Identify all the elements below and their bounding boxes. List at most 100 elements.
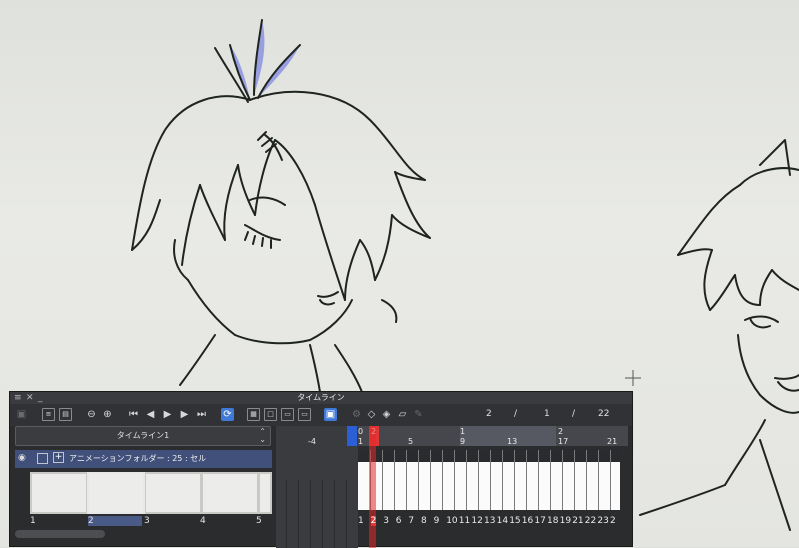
frame-divider [550,450,551,510]
ruler-label: 21 [607,437,618,446]
frame-divider [478,450,479,510]
frame-divider [562,450,563,510]
frame-divider [610,450,611,510]
zoom-in-icon[interactable]: ⊕ [101,408,114,421]
total-frames: 22 [598,409,610,419]
timeline-panel: ≡ ✕ _ タイムライン ▣ ≡ ▤ ⊖ ⊕ ⏮ ◀ ▶ ▶ ⏭ ⟳ ▦ □ ▭… [9,391,633,548]
chevron-updown-icon: ⌃ ⌄ [259,427,266,444]
character-left [131,19,431,393]
frame-divider [454,450,455,510]
frame-number: 19 [559,516,572,526]
ruler-label: 1 [460,427,466,436]
character-right [639,139,799,531]
frame-number: 21 [572,516,584,526]
cel-thumbnail-selected[interactable] [87,472,145,514]
eye-icon[interactable]: ◉ [18,453,26,463]
ruler-label: 17 [558,437,569,446]
timeline-edit-icon[interactable]: ▤ [59,408,72,421]
ruler-label: 5 [408,437,414,446]
close-icon[interactable]: ✕ [26,392,34,404]
frame-number: 2 [370,516,377,526]
frame-numbers: 1 2 3 6 7 8 9 10 11 12 13 14 15 16 17 18 19 21 22 23 2 [358,516,630,530]
timeline-title: タイムライン [297,393,345,402]
frame-number: 3 [383,516,389,526]
frame-divider [514,450,515,510]
delete-cel-icon[interactable]: ▭ [298,408,311,421]
next-frame-icon[interactable]: ▶ [178,408,191,421]
gutter-line [322,480,323,548]
frame-ruler[interactable] [358,426,628,446]
cel-sheet-icon[interactable]: ▱ [396,408,409,421]
cel-thumbnail[interactable] [32,474,86,512]
frame-divider [598,450,599,510]
frame-number: 13 [484,516,496,526]
gutter-line [346,480,347,548]
frame-step: 1 [544,409,550,419]
counter-separator: / [514,409,518,419]
cel-thumbnail[interactable] [146,474,200,512]
ruler-label: -4 [308,437,316,446]
zoom-out-icon[interactable]: ⊖ [85,408,98,421]
frame-divider [586,450,587,510]
last-frame-icon[interactable]: ⏭ [195,408,208,421]
expand-folder-icon[interactable]: + [53,452,64,463]
frame-divider [538,450,539,510]
new-animation-folder-icon[interactable]: ▦ [247,408,260,421]
timeline-titlebar[interactable]: ≡ ✕ _ タイムライン [10,392,632,404]
cel-thumbnail[interactable] [203,474,257,512]
menu-icon[interactable]: ≡ [14,392,22,404]
gutter-line [298,480,299,548]
cel-number: 3 [144,516,150,526]
frame-divider [502,450,503,510]
camera-work-icon[interactable]: ◈ [380,408,393,421]
frame-number: 2 [610,516,616,526]
new-timeline-icon[interactable]: ▣ [15,408,28,421]
horizontal-scrollbar[interactable] [15,530,105,538]
current-frame: 2 [486,409,492,419]
cel-thumbnail[interactable] [260,474,270,512]
onion-skin-icon[interactable]: ▣ [324,408,337,421]
timeline-select[interactable]: タイムライン1 ⌃ ⌄ [15,426,271,446]
new-cel-icon[interactable]: □ [264,408,277,421]
pen-icon[interactable]: ✎ [412,408,425,421]
ruler-label: 0 [358,427,364,436]
prev-frame-icon[interactable]: ◀ [144,408,157,421]
play-icon[interactable]: ▶ [161,408,174,421]
frame-divider [406,450,407,510]
frame-divider [442,450,443,510]
loop-icon[interactable]: ⟳ [221,408,234,421]
frame-number: 18 [547,516,559,526]
frame-number: 10 [446,516,458,526]
keyframe-icon[interactable]: ⚙ [350,408,363,421]
ruler-label: 1 [358,437,364,446]
frame-divider [430,450,431,510]
frame-divider [394,450,395,510]
gutter-line [310,480,311,548]
frame-number: 15 [509,516,521,526]
counter-separator: / [572,409,576,419]
minimize-icon[interactable]: _ [38,392,43,404]
frame-number: 23 [597,516,609,526]
first-frame-icon[interactable]: ⏮ [127,408,140,421]
gutter-line [286,480,287,548]
frame-number: 9 [433,516,440,526]
frame-number: 14 [496,516,509,526]
timeline-gutter [276,426,358,548]
start-marker[interactable] [347,426,357,446]
layer-row-animation-folder[interactable]: ◉ + アニメーションフォルダー : 25 : セル [15,450,272,468]
keyframe-toggle-icon[interactable]: ◇ [365,408,378,421]
frame-number: 7 [408,516,415,526]
frame-cells[interactable] [358,450,620,510]
ruler-label: 13 [507,437,518,446]
cel-thumbnails [30,472,272,514]
layer-lock-icon[interactable] [37,453,48,464]
timeline-settings-icon[interactable]: ≡ [42,408,55,421]
ruler-label: 9 [460,437,466,446]
frame-divider [574,450,575,510]
frame-divider [382,450,383,510]
frame-divider [490,450,491,510]
specify-cel-icon[interactable]: ▭ [281,408,294,421]
frame-divider [466,450,467,510]
frame-number: 1 [358,516,364,526]
frame-number: 11 [458,516,471,526]
